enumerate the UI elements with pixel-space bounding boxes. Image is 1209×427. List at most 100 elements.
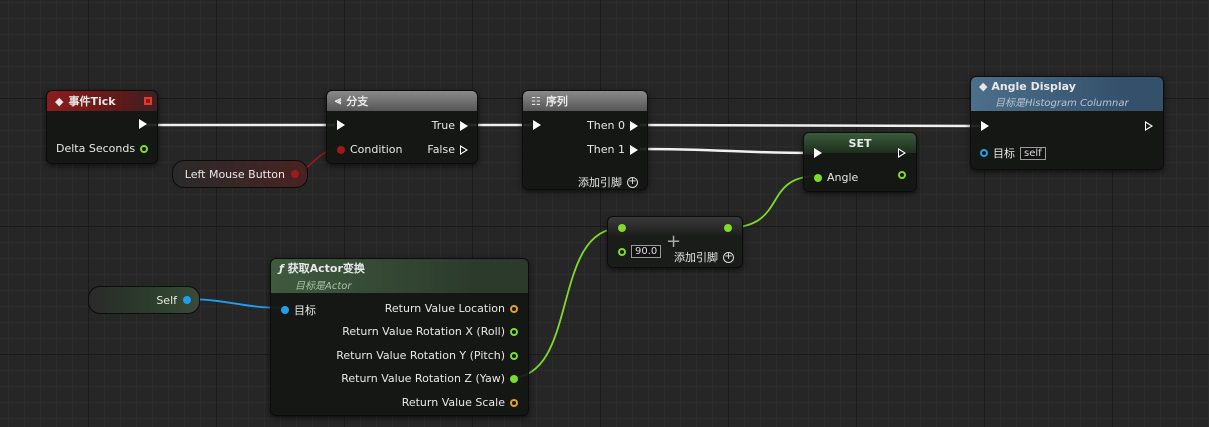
event-tick-exec-out[interactable] <box>139 119 147 129</box>
angle-display-title: ◆ Angle Display <box>979 79 1076 93</box>
angle-display-target-pin[interactable]: 目标 self <box>980 145 1046 161</box>
get-actor-transform-header: ƒ 获取Actor变换 目标是Actor <box>271 259 528 293</box>
then0-pin[interactable]: Then 0 <box>587 119 638 132</box>
set-node[interactable]: SET Angle <box>803 132 917 192</box>
branch-title: 分支 <box>346 95 369 108</box>
target-value: self <box>1020 146 1046 160</box>
set-angle-out[interactable] <box>898 171 906 179</box>
branch-false-pin[interactable]: False <box>427 143 468 156</box>
event-flag-icon <box>144 97 152 105</box>
condition-label: Condition <box>350 143 403 156</box>
false-label: False <box>427 143 455 156</box>
sequence-icon: ☷ <box>531 94 541 108</box>
condition-pin[interactable]: Condition <box>337 143 403 156</box>
exec-pin-icon <box>814 148 822 158</box>
left-mouse-button-label: Left Mouse Button <box>184 167 285 181</box>
set-exec-in[interactable] <box>814 148 822 158</box>
exec-pin-icon <box>460 120 468 131</box>
add-value-field[interactable]: 90.0 <box>631 245 662 258</box>
struct-pin-icon <box>510 304 518 313</box>
return-rotation-x-pin[interactable]: Return Value Rotation X (Roll) <box>342 325 518 338</box>
plus-circle-icon: + <box>627 176 638 188</box>
then1-label: Then 1 <box>587 143 625 156</box>
return-scale-pin[interactable]: Return Value Scale <box>402 396 518 409</box>
exec-pin-icon <box>337 120 345 130</box>
bool-pin-icon <box>337 145 345 154</box>
event-tick-node[interactable]: ◆ 事件Tick Delta Seconds <box>46 90 158 164</box>
float-pin-icon <box>724 224 732 232</box>
angle-display-exec-out[interactable] <box>1145 121 1153 131</box>
return-rotation-y-pin[interactable]: Return Value Rotation Y (Pitch) <box>336 349 518 362</box>
diamond-icon: ◆ <box>55 94 64 108</box>
return-rotation-z-pin[interactable]: Return Value Rotation Z (Yaw) <box>341 372 518 385</box>
add-node[interactable]: + 90.0 添加引脚 + <box>607 216 743 268</box>
self-label: Self <box>156 293 177 307</box>
true-label: True <box>431 119 455 132</box>
add-pin-label: 添加引脚 <box>674 251 718 264</box>
sequence-exec-in[interactable] <box>533 120 541 130</box>
set-exec-out[interactable] <box>898 148 906 158</box>
exec-pin-icon <box>630 120 638 131</box>
float-pin-icon <box>510 327 518 336</box>
float-pin-icon <box>618 247 626 256</box>
branch-true-pin[interactable]: True <box>432 119 468 132</box>
set-title: SET <box>848 136 872 150</box>
object-pin-icon <box>281 306 289 314</box>
target-label: 目标 <box>993 147 1015 160</box>
output-label: Return Value Rotation Y (Pitch) <box>336 349 505 362</box>
delta-seconds-pin[interactable]: Delta Seconds <box>56 142 149 155</box>
delta-seconds-label: Delta Seconds <box>56 142 136 155</box>
exec-pin-hollow-icon <box>460 144 468 155</box>
exec-pin-icon <box>981 121 989 131</box>
output-label: Return Value Scale <box>401 396 505 409</box>
event-tick-header: ◆ 事件Tick <box>47 91 157 111</box>
get-actor-transform-title: ƒ 获取Actor变换 <box>279 262 365 275</box>
then0-label: Then 0 <box>587 119 625 132</box>
exec-wire-sequence-set <box>639 147 815 155</box>
sequence-node[interactable]: ☷ 序列 Then 0 Then 1 添加引脚 + <box>522 90 648 190</box>
bool-pin-icon <box>291 170 299 178</box>
float-pin-icon <box>618 224 626 232</box>
branch-exec-in[interactable] <box>337 120 345 130</box>
object-pin-icon <box>183 296 191 304</box>
add-input-a-pin[interactable] <box>618 224 626 232</box>
angle-display-header: ◆ Angle Display 目标是Histogram Columnar <box>971 77 1163 111</box>
angle-display-exec-in[interactable] <box>981 121 989 131</box>
get-actor-transform-node[interactable]: ƒ 获取Actor变换 目标是Actor 目标 Return Value Loc… <box>270 258 529 416</box>
exec-pin-icon <box>139 119 147 129</box>
output-label: Return Value Location <box>384 302 505 315</box>
exec-pin-icon <box>630 144 638 155</box>
sequence-header: ☷ 序列 <box>523 91 647 111</box>
then1-pin[interactable]: Then 1 <box>587 143 638 156</box>
output-label: Return Value Rotation X (Roll) <box>342 325 505 338</box>
left-mouse-button-node[interactable]: Left Mouse Button <box>172 160 308 188</box>
plus-circle-icon: + <box>723 251 734 263</box>
add-pin-button[interactable]: 添加引脚 + <box>674 249 734 265</box>
target-label: 目标 <box>294 304 316 317</box>
branch-header: ⪡ 分支 <box>327 91 477 111</box>
function-icon: ƒ <box>279 262 284 275</box>
exec-pin-icon <box>533 120 541 130</box>
diamond-icon: ◆ <box>979 79 988 93</box>
angle-label: Angle <box>827 171 859 184</box>
self-reference-node[interactable]: Self <box>88 286 200 314</box>
get-actor-transform-target-pin[interactable]: 目标 <box>281 302 316 318</box>
set-angle-pin[interactable]: Angle <box>814 171 858 184</box>
angle-display-node[interactable]: ◆ Angle Display 目标是Histogram Columnar 目标… <box>970 76 1164 170</box>
add-input-b-pin[interactable]: 90.0 <box>618 245 662 258</box>
event-tick-title: 事件Tick <box>68 95 116 108</box>
object-pin-icon <box>980 149 988 157</box>
float-pin-icon <box>814 173 822 182</box>
exec-wire-sequence-angle-display <box>639 123 981 128</box>
return-location-pin[interactable]: Return Value Location <box>385 302 518 315</box>
branch-icon: ⪡ <box>335 94 342 107</box>
struct-pin-icon <box>510 398 518 407</box>
float-pin-icon <box>140 144 149 153</box>
output-label: Return Value Rotation Z (Yaw) <box>341 372 505 385</box>
sequence-title: 序列 <box>545 95 568 108</box>
sequence-add-pin-button[interactable]: 添加引脚 + <box>578 174 638 190</box>
branch-node[interactable]: ⪡ 分支 True Condition False <box>326 90 478 164</box>
exec-pin-hollow-icon <box>898 148 906 158</box>
get-actor-transform-subtitle: 目标是Actor <box>295 281 352 292</box>
add-output-pin[interactable] <box>724 224 732 232</box>
